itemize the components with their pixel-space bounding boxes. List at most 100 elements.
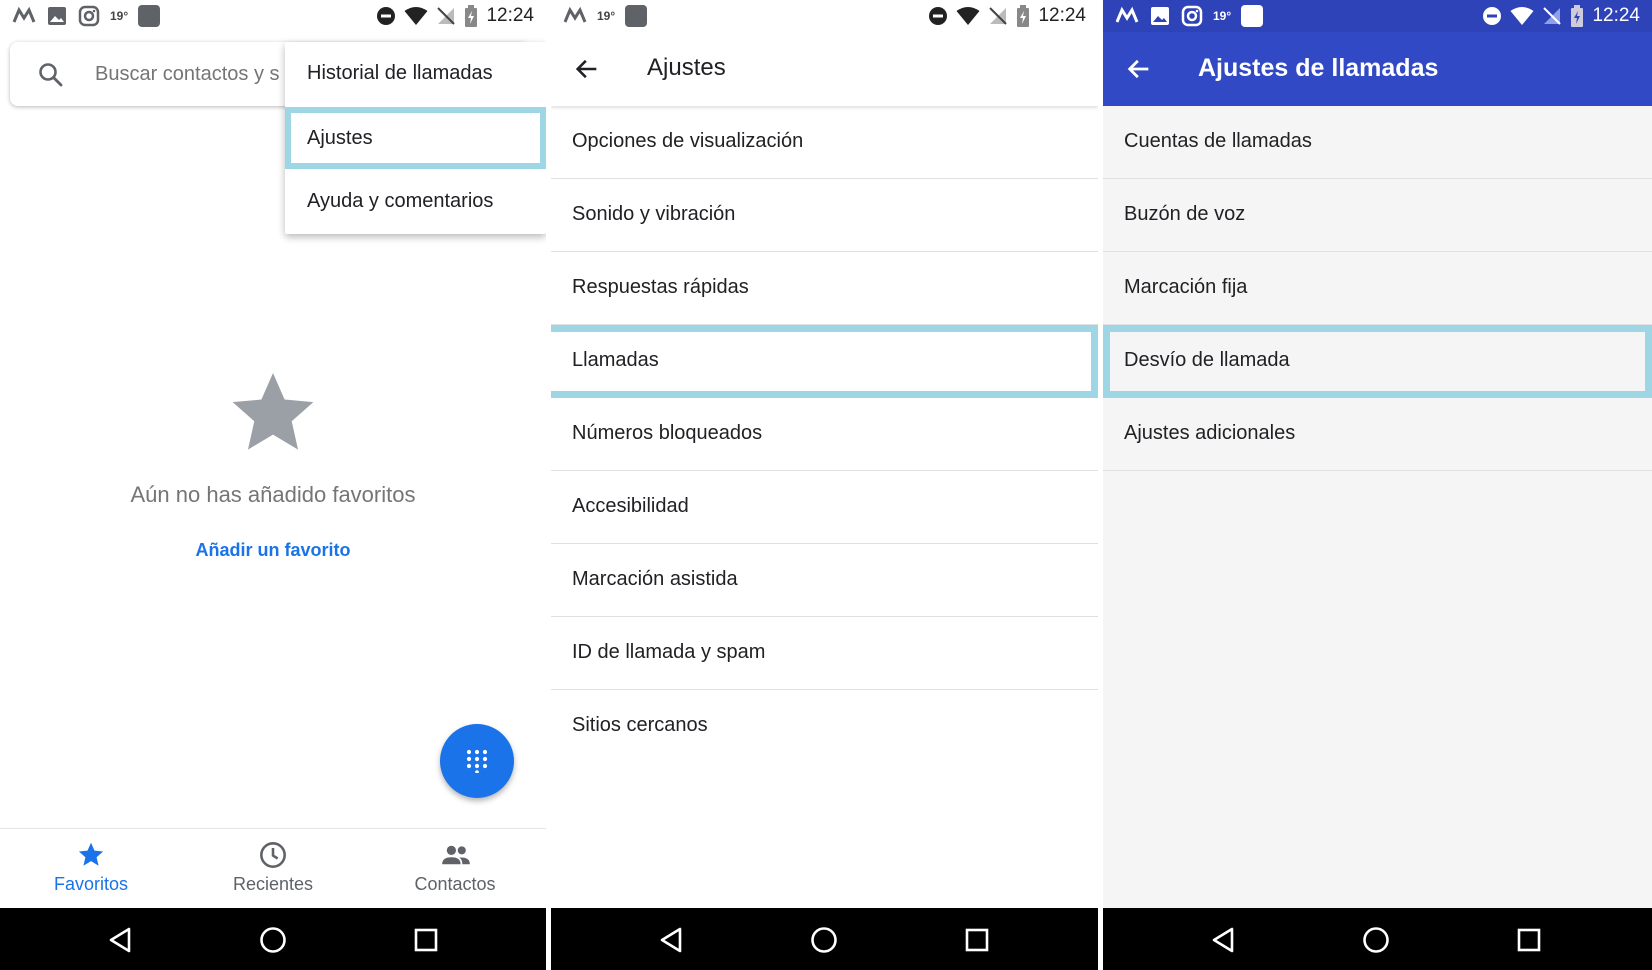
list-item-label: Opciones de visualización (572, 130, 804, 152)
recents-nav-icon[interactable] (1514, 925, 1544, 955)
tab-favorites-label: Favoritos (53, 874, 129, 894)
no-signal-icon (436, 6, 456, 26)
status-bar: 19° 12:24 (1103, 0, 1652, 32)
call-settings-item-fixed-dialing[interactable]: Marcación fija (1103, 252, 1652, 325)
gallery-icon (46, 5, 68, 27)
settings-item-sound-vibration[interactable]: Sonido y vibración (551, 179, 1098, 252)
settings-item-nearby-places[interactable]: Sitios cercanos (551, 690, 1098, 763)
recents-nav-icon[interactable] (962, 925, 992, 955)
battery-charging-icon (464, 5, 478, 27)
list-item-label: Respuestas rápidas (572, 276, 749, 298)
empty-favorites-message: Aún no has añadido favoritos (130, 482, 416, 507)
dialpad-button[interactable] (440, 724, 514, 798)
back-nav-icon[interactable] (106, 925, 136, 955)
clock-icon (259, 841, 287, 869)
status-time: 12:24 (486, 5, 534, 26)
call-settings-item-calling-accounts[interactable]: Cuentas de llamadas (1103, 106, 1652, 179)
settings-screen: 19° 12:24 Ajustes Opciones de visualizac… (551, 0, 1098, 970)
back-arrow-icon[interactable] (1125, 55, 1153, 83)
do-not-disturb-icon (1482, 6, 1502, 26)
motorola-icon (1115, 6, 1139, 26)
settings-item-blocked-numbers[interactable]: Números bloqueados (551, 398, 1098, 471)
tab-favorites[interactable]: Favoritos (0, 829, 182, 909)
menu-item-call-history[interactable]: Historial de llamadas (285, 42, 546, 104)
system-navigation-bar (0, 908, 546, 970)
settings-item-assisted-dialing[interactable]: Marcación asistida (551, 544, 1098, 617)
list-item-label: Llamadas (572, 349, 659, 371)
empty-favorites-star-icon (228, 370, 318, 456)
app-notification-icon (1241, 5, 1264, 27)
bottom-navigation: Favoritos Recientes Contactos (0, 828, 546, 908)
back-nav-icon[interactable] (1209, 925, 1239, 955)
recents-nav-icon[interactable] (411, 925, 441, 955)
list-item-label: Marcación fija (1124, 276, 1248, 298)
settings-list: Opciones de visualización Sonido y vibra… (551, 106, 1098, 763)
do-not-disturb-icon (376, 6, 396, 26)
status-time: 12:24 (1038, 5, 1086, 26)
temperature-label: 19° (1213, 9, 1232, 23)
gallery-icon (1149, 5, 1171, 27)
menu-item-settings[interactable]: Ajustes (285, 107, 546, 169)
motorola-icon (563, 6, 587, 26)
settings-item-accessibility[interactable]: Accesibilidad (551, 471, 1098, 544)
app-notification-icon (138, 5, 161, 27)
instagram-icon (78, 5, 100, 27)
menu-item-help-feedback[interactable]: Ayuda y comentarios (285, 170, 546, 232)
home-nav-icon[interactable] (1361, 925, 1391, 955)
tab-recents-label: Recientes (232, 874, 314, 894)
page-title: Ajustes (647, 54, 726, 81)
tab-contacts-label: Contactos (414, 874, 496, 894)
do-not-disturb-icon (928, 6, 948, 26)
settings-item-display-options[interactable]: Opciones de visualización (551, 106, 1098, 179)
list-item-label: ID de llamada y spam (572, 641, 766, 663)
home-nav-icon[interactable] (809, 925, 839, 955)
settings-item-calls[interactable]: Llamadas (551, 325, 1098, 398)
temperature-label: 19° (597, 9, 616, 23)
call-settings-app-bar: Ajustes de llamadas (1103, 32, 1652, 106)
wifi-icon (1510, 6, 1534, 26)
wifi-icon (956, 6, 980, 26)
wifi-icon (404, 6, 428, 26)
phone-favorites-screen: 19° 12:24 Buscar contactos y s Historial… (0, 0, 546, 970)
system-navigation-bar (1103, 908, 1652, 970)
status-bar: 19° 12:24 (0, 0, 546, 32)
list-item-label: Sitios cercanos (572, 714, 708, 736)
list-item-label: Cuentas de llamadas (1124, 130, 1312, 152)
status-bar: 19° 12:24 (551, 0, 1098, 32)
list-item-label: Buzón de voz (1124, 203, 1246, 225)
no-signal-icon (988, 6, 1008, 26)
list-item-label: Ajustes adicionales (1124, 422, 1296, 444)
status-time: 12:24 (1592, 5, 1640, 26)
list-item-label: Desvío de llamada (1124, 349, 1290, 371)
list-item-label: Sonido y vibración (572, 203, 736, 225)
add-favorite-link[interactable]: Añadir un favorito (0, 540, 546, 561)
battery-charging-icon (1570, 5, 1584, 27)
page-title: Ajustes de llamadas (1198, 54, 1439, 82)
settings-item-caller-id-spam[interactable]: ID de llamada y spam (551, 617, 1098, 690)
people-icon (441, 841, 471, 869)
back-nav-icon[interactable] (657, 925, 687, 955)
temperature-label: 19° (110, 9, 129, 23)
call-settings-item-additional-settings[interactable]: Ajustes adicionales (1103, 398, 1652, 471)
home-nav-icon[interactable] (258, 925, 288, 955)
list-item-label: Marcación asistida (572, 568, 738, 590)
settings-item-quick-responses[interactable]: Respuestas rápidas (551, 252, 1098, 325)
app-notification-icon (625, 5, 648, 27)
overflow-menu: Historial de llamadas Ajustes Ayuda y co… (285, 42, 546, 234)
search-placeholder[interactable]: Buscar contactos y s (95, 63, 280, 86)
tab-contacts[interactable]: Contactos (364, 829, 546, 909)
battery-charging-icon (1016, 5, 1030, 27)
system-navigation-bar (551, 908, 1098, 970)
call-settings-item-call-forwarding[interactable]: Desvío de llamada (1103, 325, 1652, 398)
motorola-icon (12, 6, 36, 26)
list-item-label: Números bloqueados (572, 422, 763, 444)
no-signal-icon (1542, 6, 1562, 26)
call-settings-item-voicemail[interactable]: Buzón de voz (1103, 179, 1652, 252)
call-settings-list: Cuentas de llamadas Buzón de voz Marcaci… (1103, 106, 1652, 471)
list-item-label: Accesibilidad (572, 495, 689, 517)
search-icon (38, 62, 64, 88)
back-arrow-icon[interactable] (573, 55, 601, 83)
tab-recents[interactable]: Recientes (182, 829, 364, 909)
star-icon (77, 841, 105, 869)
instagram-icon (1181, 5, 1203, 27)
